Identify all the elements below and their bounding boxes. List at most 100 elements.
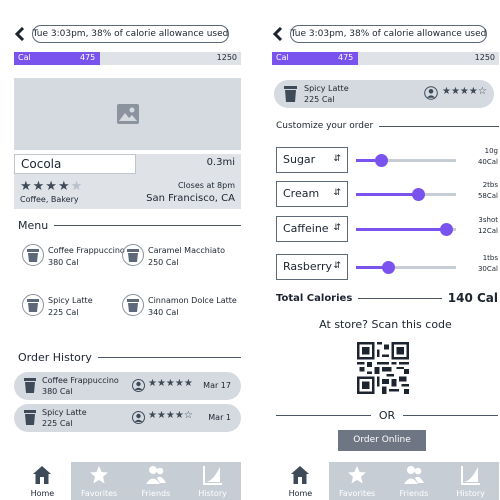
option-row-rasberry: Rasberry ⇵ 1tbs 30Cal <box>276 254 498 280</box>
option-select[interactable]: Sugar ⇵ <box>276 147 348 173</box>
option-amount: 2tbs <box>482 181 498 189</box>
option-select[interactable]: Cream ⇵ <box>276 181 348 207</box>
calorie-current: 475 <box>338 53 354 62</box>
nav-home[interactable]: Home <box>14 462 71 500</box>
nav-label: Friends <box>399 489 429 498</box>
order-history-item[interactable]: Coffee Frappuccino 380 Cal ★★★★★ Mar 17 <box>14 372 241 400</box>
option-select[interactable]: Caffeine ⇵ <box>276 216 348 242</box>
order-history-heading-label: Order History <box>18 350 92 364</box>
scan-prompt: At store? Scan this code <box>319 318 452 331</box>
nav-label: Friends <box>141 489 171 498</box>
customize-order-screen: Tue 3:03pm, 38% of calorie allowance use… <box>268 0 500 500</box>
option-cal: 40Cal <box>477 158 498 166</box>
shop-hours: Closes at 8pm <box>177 181 235 190</box>
menu-item-cal: 340 Cal <box>148 308 179 317</box>
menu-item-coffee-frappuccino[interactable]: Coffee Frappuccino 380 Cal <box>22 244 132 280</box>
cup-icon <box>22 244 44 266</box>
back-chevron-icon[interactable] <box>272 27 284 41</box>
option-amount: 3shot <box>478 216 498 224</box>
order-history-item[interactable]: Spicy Latte 225 Cal ★★★★☆ Mar 1 <box>14 404 241 432</box>
option-slider[interactable] <box>356 188 456 201</box>
bottom-nav: Home Favorites Friends History <box>272 462 499 500</box>
nav-label: Home <box>30 489 55 498</box>
shop-category: Coffee, Bakery <box>20 195 79 204</box>
option-slider[interactable] <box>356 223 456 236</box>
nav-label: Favorites <box>339 489 376 498</box>
divider <box>403 414 498 416</box>
nav-friends[interactable]: Friends <box>127 462 185 500</box>
top-bar: Tue 3:03pm, 38% of calorie allowance use… <box>14 24 241 44</box>
menu-item-cal: 225 Cal <box>48 308 79 317</box>
image-icon <box>116 104 139 124</box>
user-icon <box>424 86 438 100</box>
friends-icon <box>145 466 166 484</box>
calorie-max: 1250 <box>474 53 495 62</box>
history-icon <box>202 466 222 485</box>
menu-item-cal: 250 Cal <box>148 258 179 267</box>
slider-handle[interactable] <box>412 188 425 201</box>
menu-item-cinnamon-dolce-latte[interactable]: Cinnamon Dolce Latte 340 Cal <box>122 294 237 330</box>
option-cal: 12Cal <box>477 227 498 235</box>
slider-handle[interactable] <box>375 154 388 167</box>
menu-item-caramel-macchiato[interactable]: Caramel Macchiato 250 Cal <box>122 244 232 280</box>
cup-icon <box>22 294 44 316</box>
total-calories-row: Total Calories 140 Cal <box>276 290 498 306</box>
slider-handle[interactable] <box>382 261 395 274</box>
option-label: Caffeine <box>283 222 329 235</box>
option-slider[interactable] <box>356 154 456 167</box>
cup-icon <box>122 244 144 266</box>
order-online-button[interactable]: Order Online <box>338 430 426 451</box>
nav-home[interactable]: Home <box>272 462 329 500</box>
calorie-current: 475 <box>80 53 96 62</box>
stepper-caret-icon: ⇵ <box>333 261 341 271</box>
shop-location: San Francisco, CA <box>146 193 235 204</box>
user-icon <box>132 411 145 424</box>
slider-handle[interactable] <box>440 223 453 236</box>
menu-item-name: Cinnamon Dolce Latte <box>148 296 237 305</box>
order-history-heading: Order History <box>18 350 241 364</box>
menu-item-spicy-latte[interactable]: Spicy Latte 225 Cal <box>22 294 132 330</box>
nav-friends[interactable]: Friends <box>385 462 443 500</box>
nav-favorites[interactable]: Favorites <box>328 462 386 500</box>
divider <box>379 125 499 127</box>
cup-icon <box>24 410 36 425</box>
option-select[interactable]: Rasberry ⇵ <box>276 254 348 280</box>
option-row-cream: Cream ⇵ 2tbs 58Cal <box>276 181 498 207</box>
bottom-nav: Home Favorites Friends History <box>14 462 241 500</box>
back-chevron-icon[interactable] <box>14 27 26 41</box>
shop-name: Cocola <box>14 154 136 174</box>
home-icon <box>291 466 310 484</box>
cup-icon <box>122 294 144 316</box>
nav-favorites[interactable]: Favorites <box>70 462 128 500</box>
status-pill: Tue 3:03pm, 38% of calorie allowance use… <box>32 25 229 43</box>
friends-icon <box>403 466 424 484</box>
menu-heading-label: Menu <box>18 218 49 232</box>
star-icon <box>348 466 367 484</box>
calorie-max: 1250 <box>216 53 237 62</box>
order-rating-stars: ★★★★★ <box>148 378 193 389</box>
stepper-caret-icon: ⇵ <box>333 223 341 233</box>
shop-image-placeholder <box>14 78 241 150</box>
nav-history[interactable]: History <box>442 462 499 500</box>
total-calories-label: Total Calories <box>276 292 353 304</box>
order-item-cal: 380 Cal <box>42 387 73 396</box>
total-calories-value: 140 Cal <box>447 291 498 305</box>
top-bar: Tue 3:03pm, 38% of calorie allowance use… <box>272 24 499 44</box>
option-row-sugar: Sugar ⇵ 10g 40Cal <box>276 147 498 173</box>
selected-item-stars: ★★★★☆ <box>442 86 487 97</box>
qr-code[interactable] <box>357 342 409 394</box>
option-slider[interactable] <box>356 261 456 274</box>
cup-icon <box>24 378 36 393</box>
option-amount: 10g <box>484 147 498 155</box>
option-row-caffeine: Caffeine ⇵ 3shot 12Cal <box>276 216 498 242</box>
menu-item-name: Coffee Frappuccino <box>48 246 125 255</box>
nav-label: History <box>456 489 485 498</box>
order-rating-stars: ★★★★☆ <box>148 410 193 421</box>
option-cal: 30Cal <box>477 265 498 273</box>
nav-history[interactable]: History <box>184 462 241 500</box>
customize-heading-label: Customize your order <box>276 121 374 131</box>
selected-item-name: Spicy Latte <box>304 84 349 93</box>
shop-info[interactable]: Cocola 0.3mi ★★★★★ Coffee, Bakery Closes… <box>14 154 241 209</box>
nav-label: Favorites <box>81 489 118 498</box>
stepper-caret-icon: ⇵ <box>333 154 341 164</box>
